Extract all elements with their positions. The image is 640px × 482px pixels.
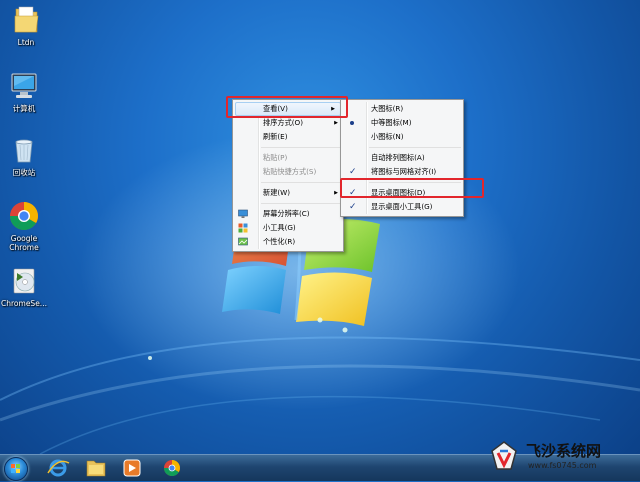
menu-item-label: 将图标与网格对齐(I): [371, 167, 437, 176]
menu-item-label: 个性化(R): [263, 237, 296, 246]
taskbar-explorer-button[interactable]: [80, 457, 112, 479]
media-player-icon: [123, 459, 141, 477]
menu-separator: [261, 147, 341, 148]
checkmark-icon: ✓: [349, 188, 357, 198]
submenu-arrow-icon: ▶: [334, 120, 338, 126]
radio-selected-icon: [350, 121, 354, 125]
desktop-icon-computer[interactable]: 计算机: [0, 70, 48, 113]
windows-logo-icon: [11, 464, 20, 473]
checkmark-icon: ✓: [349, 202, 357, 212]
desktop-icon-label: Ltdn: [17, 38, 35, 47]
personalize-icon: [238, 237, 248, 246]
display-icon: [238, 209, 248, 218]
menu-item-label: 显示桌面小工具(G): [371, 202, 433, 211]
submenu-item-show-desktop-icons[interactable]: ✓ 显示桌面图标(D): [341, 186, 463, 200]
menu-separator: [261, 182, 341, 183]
desktop[interactable]: Ltdn 计算机 回收站 Google Chrome ChromeSe... 查…: [0, 0, 640, 454]
menu-item-label: 大图标(R): [371, 104, 404, 113]
menu-item-screen-resolution[interactable]: 屏幕分辨率(C): [233, 207, 343, 221]
recycle-bin-icon: [8, 134, 40, 166]
checkmark-icon: ✓: [349, 167, 357, 177]
view-submenu: 大图标(R) 中等图标(M) 小图标(N) 自动排列图标(A) ✓ 将图标与网格对…: [340, 99, 464, 217]
menu-item-label: 查看(V): [263, 104, 288, 113]
menu-item-paste-shortcut[interactable]: 粘贴快捷方式(S): [233, 165, 343, 179]
menu-item-new[interactable]: 新建(W) ▶: [233, 186, 343, 200]
chrome-icon: [163, 460, 180, 477]
menu-item-label: 屏幕分辨率(C): [263, 209, 310, 218]
watermark-url: www.fs0745.com: [528, 461, 597, 470]
desktop-icon-chrome[interactable]: Google Chrome: [0, 200, 48, 252]
submenu-item-large-icons[interactable]: 大图标(R): [341, 102, 463, 116]
submenu-item-small-icons[interactable]: 小图标(N): [341, 130, 463, 144]
desktop-context-menu: 查看(V) ▶ 排序方式(O) ▶ 刷新(E) 粘贴(P) 粘贴快捷方式(S) 新建…: [232, 99, 344, 252]
desktop-icon-chromesetup[interactable]: ChromeSe...: [0, 265, 48, 308]
taskbar-chrome-button[interactable]: [156, 457, 188, 479]
chrome-icon: [8, 200, 40, 232]
folder-icon: [10, 4, 42, 36]
submenu-item-medium-icons[interactable]: 中等图标(M): [341, 116, 463, 130]
start-button[interactable]: [4, 457, 28, 481]
desktop-icon-label: ChromeSe...: [1, 299, 47, 308]
menu-item-paste[interactable]: 粘贴(P): [233, 151, 343, 165]
menu-item-sort-by[interactable]: 排序方式(O) ▶: [233, 116, 343, 130]
desktop-icon-label: 计算机: [12, 104, 36, 113]
desktop-icon-label: Google Chrome: [9, 234, 39, 252]
desktop-icon-ltdn[interactable]: Ltdn: [2, 4, 50, 47]
menu-item-label: 粘贴快捷方式(S): [263, 167, 317, 176]
site-watermark: 飞沙系统网 www.fs0745.com: [484, 437, 634, 477]
menu-separator: [261, 203, 341, 204]
menu-item-view[interactable]: 查看(V) ▶: [235, 102, 341, 116]
taskbar-ie-button[interactable]: [42, 457, 74, 479]
desktop-icon-label: 回收站: [12, 168, 36, 177]
gadgets-icon: [238, 223, 248, 233]
menu-item-label: 粘贴(P): [263, 153, 288, 162]
menu-item-personalize[interactable]: 个性化(R): [233, 235, 343, 249]
menu-separator: [369, 147, 461, 148]
menu-item-label: 排序方式(O): [263, 118, 304, 127]
menu-item-label: 中等图标(M): [371, 118, 412, 127]
submenu-item-align-to-grid[interactable]: ✓ 将图标与网格对齐(I): [341, 165, 463, 179]
menu-item-label: 新建(W): [263, 188, 291, 197]
menu-item-gadgets[interactable]: 小工具(G): [233, 221, 343, 235]
installer-disc-icon: [8, 265, 40, 297]
menu-item-refresh[interactable]: 刷新(E): [233, 130, 343, 144]
taskbar-media-player-button[interactable]: [116, 457, 148, 479]
menu-item-label: 显示桌面图标(D): [371, 188, 426, 197]
computer-icon: [8, 70, 40, 102]
watermark-title: 飞沙系统网: [526, 442, 602, 460]
submenu-arrow-icon: ▶: [331, 106, 335, 112]
desktop-icon-recycle-bin[interactable]: 回收站: [0, 134, 48, 177]
menu-item-label: 自动排列图标(A): [371, 153, 425, 162]
explorer-icon: [86, 460, 106, 477]
menu-item-label: 小工具(G): [263, 223, 296, 232]
menu-item-label: 小图标(N): [371, 132, 404, 141]
watermark-logo-icon: [491, 441, 517, 470]
submenu-item-auto-arrange[interactable]: 自动排列图标(A): [341, 151, 463, 165]
menu-separator: [369, 182, 461, 183]
menu-item-label: 刷新(E): [263, 132, 288, 141]
submenu-arrow-icon: ▶: [334, 190, 338, 196]
ie-icon: [47, 459, 70, 477]
submenu-item-show-desktop-gadgets[interactable]: ✓ 显示桌面小工具(G): [341, 200, 463, 214]
